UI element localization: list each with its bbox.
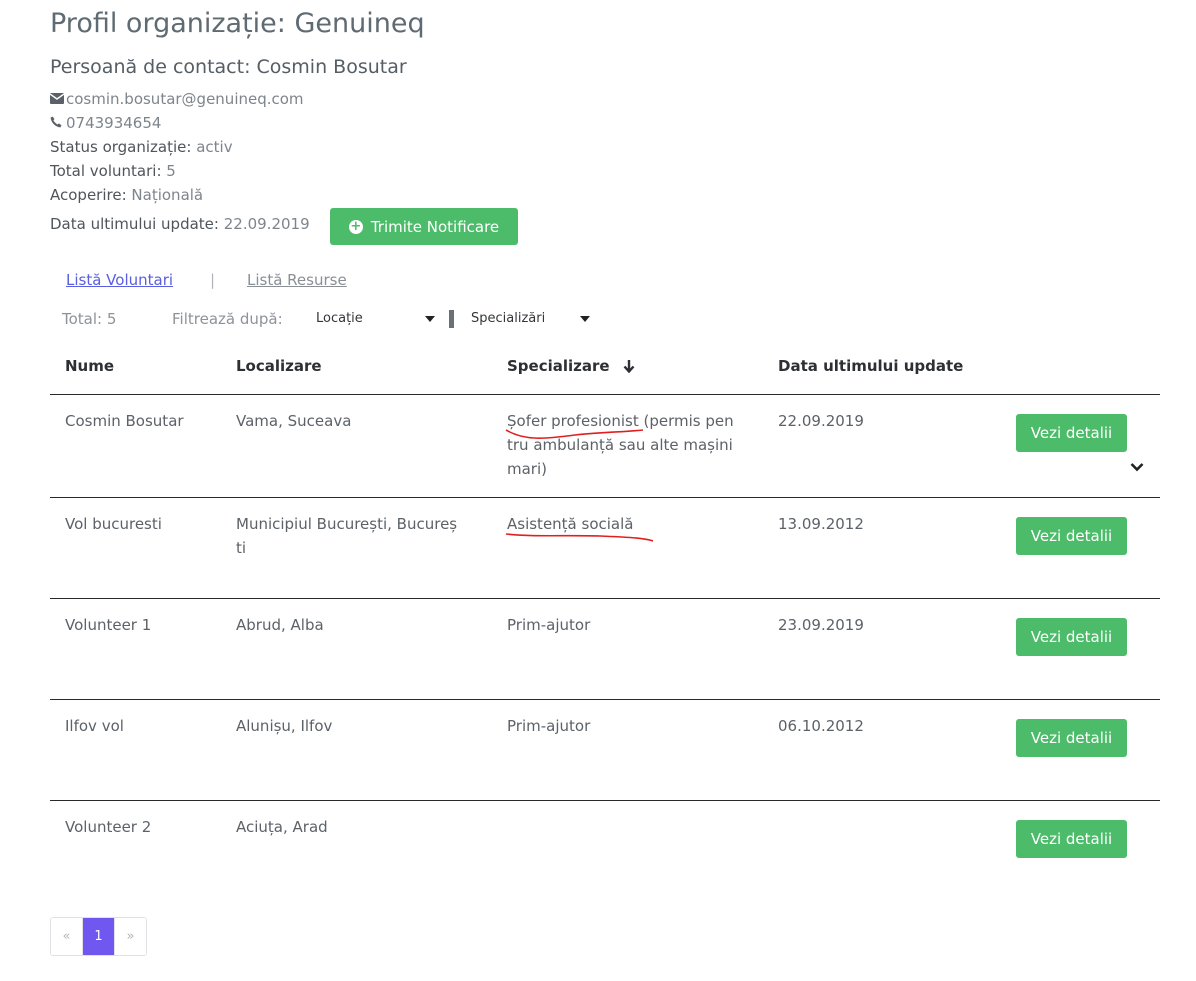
- filter-label: Filtrează după:: [172, 310, 283, 328]
- filter-divider: [449, 310, 454, 328]
- status-label: Status organizație:: [50, 138, 192, 156]
- volunteer-specialization-line: mari): [507, 460, 547, 478]
- volunteer-location: Vama, Suceava: [236, 412, 352, 430]
- table-divider: [50, 497, 1160, 498]
- volunteer-name: Volunteer 2: [65, 818, 152, 836]
- volunteer-last-update: 13.09.2012: [778, 515, 864, 533]
- view-details-button[interactable]: Vezi detalii: [1016, 820, 1127, 858]
- email-line: cosmin.bosutar@genuineq.com: [49, 90, 304, 108]
- volunteer-location-line: Municipiul București, Bucureș: [236, 515, 458, 533]
- volunteer-location: Aciuța, Arad: [236, 818, 328, 836]
- volunteer-name: Vol bucuresti: [65, 515, 162, 533]
- send-notification-label: Trimite Notificare: [370, 217, 500, 236]
- column-header-specialization[interactable]: Specializare: [507, 357, 635, 375]
- chevron-down-icon: [425, 316, 435, 322]
- contact-person-title: Persoană de contact: Cosmin Bosutar: [50, 56, 407, 78]
- view-details-button[interactable]: Vezi detalii: [1016, 517, 1127, 555]
- plus-circle-icon: +: [348, 218, 363, 234]
- view-details-button[interactable]: Vezi detalii: [1016, 414, 1127, 452]
- table-divider: [50, 598, 1160, 599]
- contact-email: cosmin.bosutar@genuineq.com: [66, 90, 304, 108]
- volunteer-last-update: 22.09.2019: [778, 412, 864, 430]
- column-header-last-update[interactable]: Data ultimului update: [778, 357, 963, 375]
- contact-phone: 0743934654: [66, 114, 162, 132]
- volunteer-name: Ilfov vol: [65, 717, 124, 735]
- specialization-filter-value: Specializări: [471, 311, 546, 326]
- coverage-line: Acoperire: Națională: [50, 186, 203, 204]
- table-divider: [50, 394, 1160, 395]
- last-update-line: Data ultimului update: 22.09.2019: [50, 215, 310, 233]
- coverage-value: Națională: [131, 186, 204, 204]
- specialization-filter-dropdown[interactable]: Specializări: [471, 311, 593, 329]
- spellcheck-underline: [505, 429, 644, 439]
- pagination-page-1[interactable]: 1: [82, 918, 114, 955]
- column-header-specialization-label: Specializare: [507, 357, 610, 375]
- view-details-button[interactable]: Vezi detalii: [1016, 719, 1127, 757]
- location-filter-value: Locație: [316, 311, 363, 326]
- status-value: activ: [196, 138, 233, 156]
- column-header-location[interactable]: Localizare: [236, 357, 322, 375]
- pagination-prev[interactable]: «: [51, 918, 82, 955]
- volunteer-specialization: Prim-ajutor: [507, 717, 591, 735]
- volunteer-last-update: 06.10.2012: [778, 717, 864, 735]
- volunteer-location: Alunișu, Ilfov: [236, 717, 333, 735]
- volunteer-specialization: Prim-ajutor: [507, 616, 591, 634]
- view-details-button[interactable]: Vezi detalii: [1016, 618, 1127, 656]
- tab-separator: |: [210, 271, 216, 289]
- envelope-icon: [49, 93, 66, 108]
- expand-chevron-down-icon[interactable]: [1130, 462, 1144, 472]
- total-volunteers-label: Total voluntari:: [50, 162, 162, 180]
- sort-arrow-down-icon: [623, 360, 635, 374]
- last-update-value: 22.09.2019: [223, 215, 310, 233]
- results-total: Total: 5: [62, 310, 117, 328]
- column-header-name[interactable]: Nume: [65, 357, 114, 375]
- volunteer-location-line: ti: [236, 539, 247, 557]
- volunteer-last-update: 23.09.2019: [778, 616, 864, 634]
- total-volunteers-line: Total voluntari: 5: [50, 162, 176, 180]
- phone-line: 0743934654: [50, 114, 161, 132]
- page-title: Profil organizație: Genuineq: [50, 8, 425, 39]
- pagination: « 1 »: [50, 917, 147, 956]
- tab-resource-list[interactable]: Listă Resurse: [247, 271, 347, 289]
- pagination-next[interactable]: »: [114, 918, 146, 955]
- location-filter-dropdown[interactable]: Locație: [316, 311, 436, 329]
- table-divider: [50, 800, 1160, 801]
- volunteer-name: Cosmin Bosutar: [65, 412, 184, 430]
- phone-icon: [50, 116, 66, 132]
- tab-volunteer-list[interactable]: Listă Voluntari: [66, 271, 173, 289]
- volunteer-location: Abrud, Alba: [236, 616, 324, 634]
- total-volunteers-value: 5: [166, 162, 176, 180]
- send-notification-button[interactable]: + Trimite Notificare: [330, 208, 518, 245]
- spellcheck-underline: [505, 533, 654, 542]
- status-line: Status organizație: activ: [50, 138, 233, 156]
- coverage-label: Acoperire:: [50, 186, 127, 204]
- last-update-label: Data ultimului update:: [50, 215, 219, 233]
- chevron-down-icon: [580, 316, 590, 322]
- volunteer-name: Volunteer 1: [65, 616, 152, 634]
- table-divider: [50, 699, 1160, 700]
